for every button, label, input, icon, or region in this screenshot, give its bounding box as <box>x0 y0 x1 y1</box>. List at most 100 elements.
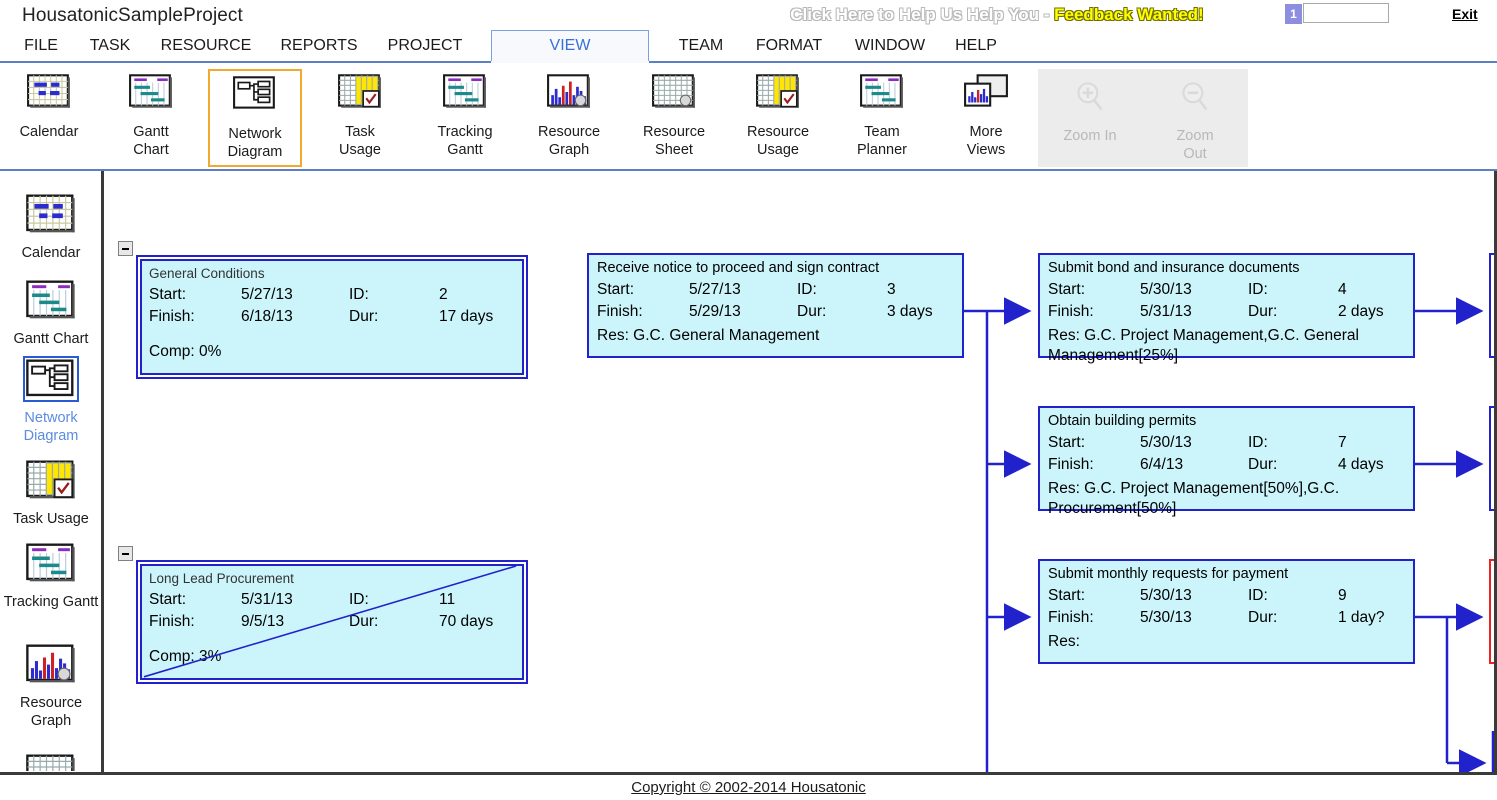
ribbon-button-task-usage[interactable]: Task Usage <box>313 69 407 167</box>
ribbon-button-resource-sheet[interactable]: Resource Sheet <box>627 69 721 167</box>
search-input[interactable] <box>1303 3 1389 23</box>
task-node-body: Submit monthly requests for payment Start… <box>1040 561 1413 662</box>
menu-item-label: FORMAT <box>755 37 823 54</box>
sidebar-item-label: Tracking Gantt <box>3 594 99 610</box>
network-diagram-canvas[interactable]: General Conditions Start: 5/27/13 ID: 2 Finis… <box>104 171 1495 773</box>
task-node-title: Receive notice to proceed and sign contr… <box>597 260 880 276</box>
resource-usage-icon <box>755 73 801 115</box>
more-views-icon <box>963 73 1009 115</box>
menu-item-help[interactable]: HELP <box>950 30 1002 62</box>
task-node-receive-notice-to-proceed[interactable]: Receive notice to proceed and sign contr… <box>587 253 964 358</box>
sidebar-item-resource-graph[interactable]: Resource Graph <box>0 643 102 730</box>
menu-item-label: RESOURCE <box>160 37 252 54</box>
task-node-submit-monthly-requests-for-payment[interactable]: Submit monthly requests for payment Start… <box>1038 559 1415 664</box>
ribbon-button-label: Tracking Gantt <box>437 124 493 158</box>
task-node-long-lead-procurement[interactable]: Long Lead Procurement Start: 5/31/13 ID: 11 F… <box>136 560 528 684</box>
sidebar-item-tracking-gantt[interactable]: Tracking Gantt <box>0 542 102 611</box>
sidebar-item-partial[interactable] <box>0 753 102 771</box>
ribbon-button-label: Zoom Out <box>1176 128 1214 162</box>
menu-item-reports[interactable]: REPORTS <box>274 30 364 62</box>
finish-label: Finish: <box>597 303 643 320</box>
ribbon-button-team-planner[interactable]: Team Planner <box>835 69 929 167</box>
dur-value: 70 days <box>439 613 494 630</box>
ribbon-button-resource-usage[interactable]: Resource Usage <box>731 69 825 167</box>
task-node-row-start: Start: 5/27/13 ID: 2 <box>149 284 515 306</box>
task-node-row-finish: Finish: 6/18/13 Dur: 17 days <box>149 306 515 328</box>
menu-item-task[interactable]: TASK <box>84 30 136 62</box>
menu-item-window[interactable]: WINDOW <box>844 30 936 62</box>
ribbon-button-label: Team Planner <box>857 124 907 158</box>
task-usage-icon <box>337 73 383 115</box>
finish-label: Finish: <box>1048 609 1094 626</box>
start-value: 5/30/13 <box>1140 281 1192 298</box>
id-value: 3 <box>887 281 896 298</box>
finish-value: 5/31/13 <box>1140 303 1192 320</box>
feedback-banner[interactable]: Click Here to Help Us Help You - Feedbac… <box>717 5 1277 27</box>
start-label: Start: <box>597 281 635 298</box>
task-node-title: Long Lead Procurement <box>149 571 294 586</box>
task-node-general-conditions[interactable]: General Conditions Start: 5/27/13 ID: 2 Finis… <box>136 255 528 379</box>
task-node-row-finish: Finish: 6/4/13 Dur: 4 days <box>1048 454 1405 476</box>
start-label: Start: <box>149 286 187 303</box>
ribbon-button-tracking-gantt[interactable]: Tracking Gantt <box>418 69 512 167</box>
ribbon-button-gantt-chart[interactable]: Gantt Chart <box>104 69 198 167</box>
zoom-out-icon <box>1172 79 1218 121</box>
ribbon-button-network-diagram[interactable]: Network Diagram <box>208 69 302 167</box>
sidebar-item-task-usage[interactable]: Task Usage <box>0 459 102 528</box>
exit-link[interactable]: Exit <box>1452 6 1478 22</box>
copyright-text[interactable]: Copyright © 2002-2014 Housatonic <box>631 779 866 796</box>
finish-value: 5/29/13 <box>689 303 741 320</box>
team-planner-icon <box>859 73 905 115</box>
dur-label: Dur: <box>1248 609 1278 626</box>
dur-label: Dur: <box>797 303 827 320</box>
menu-item-label: VIEW <box>549 37 591 54</box>
dur-value: 2 days <box>1338 303 1384 320</box>
task-node-resources: Res: G.C. Project Management,G.C. Genera… <box>1048 327 1359 364</box>
task-node-row-start: Start: 5/27/13 ID: 3 <box>597 279 954 301</box>
dur-label: Dur: <box>349 613 379 630</box>
collapse-general-conditions[interactable] <box>118 241 133 256</box>
menu-item-resource[interactable]: RESOURCE <box>152 30 260 62</box>
tracking-gantt-icon <box>442 73 488 115</box>
menu-item-project[interactable]: PROJECT <box>378 30 472 62</box>
menu-item-label: PROJECT <box>387 37 463 54</box>
task-node-complete: Comp: 3% <box>149 648 222 665</box>
menu-item-label: HELP <box>955 37 997 54</box>
id-value: 9 <box>1338 587 1347 604</box>
ribbon-button-zoom-in: Zoom In <box>1040 75 1140 165</box>
finish-value: 9/5/13 <box>241 613 285 630</box>
task-node-row-start: Start: 5/30/13 ID: 7 <box>1048 432 1405 454</box>
menu-item-team[interactable]: TEAM <box>672 30 730 62</box>
task-node-title: Submit bond and insurance documents <box>1048 260 1300 276</box>
collapse-long-lead-procurement[interactable] <box>118 546 133 561</box>
menu-item-format[interactable]: FORMAT <box>748 30 830 62</box>
task-node-title: Obtain building permits <box>1048 413 1197 429</box>
menu-item-view[interactable]: VIEW <box>491 30 649 62</box>
ribbon-button-zoom-out: Zoom Out <box>1145 75 1245 165</box>
ribbon-button-label: Network Diagram <box>227 126 283 160</box>
calendar-icon <box>25 193 77 240</box>
sidebar-item-network-diagram[interactable]: Network Diagram <box>0 356 102 445</box>
task-node-body: Submit bond and insurance documents Start… <box>1040 255 1413 364</box>
task-node-row-finish: Finish: 9/5/13 Dur: 70 days <box>149 611 515 633</box>
dur-label: Dur: <box>1248 456 1278 473</box>
start-value: 5/27/13 <box>241 286 293 303</box>
sidebar-item-calendar[interactable]: Calendar <box>0 193 102 262</box>
ribbon-button-more-views[interactable]: More Views <box>939 69 1033 167</box>
menu-bar: FILE TASK RESOURCE REPORTS PROJECT VIEW TEAM FO… <box>0 30 1497 62</box>
id-label: ID: <box>1248 587 1268 604</box>
ribbon-button-calendar[interactable]: Calendar <box>2 69 96 167</box>
id-label: ID: <box>349 286 369 303</box>
task-node-row-finish: Finish: 5/29/13 Dur: 3 days <box>597 301 954 323</box>
task-node-submit-bond-and-insurance-documents[interactable]: Submit bond and insurance documents Start… <box>1038 253 1415 364</box>
ribbon-button-resource-graph[interactable]: Resource Graph <box>522 69 616 167</box>
start-value: 5/30/13 <box>1140 434 1192 451</box>
sidebar-item-gantt-chart[interactable]: Gantt Chart <box>0 279 102 348</box>
task-node-row-start: Start: 5/30/13 ID: 4 <box>1048 279 1405 301</box>
dur-value: 17 days <box>439 308 494 325</box>
start-value: 5/31/13 <box>241 591 293 608</box>
menu-item-label: WINDOW <box>854 37 926 54</box>
task-node-obtain-building-permits[interactable]: Obtain building permits Start: 5/30/13 ID: 7… <box>1038 406 1415 517</box>
menu-item-file[interactable]: FILE <box>18 30 64 62</box>
finish-value: 6/4/13 <box>1140 456 1184 473</box>
